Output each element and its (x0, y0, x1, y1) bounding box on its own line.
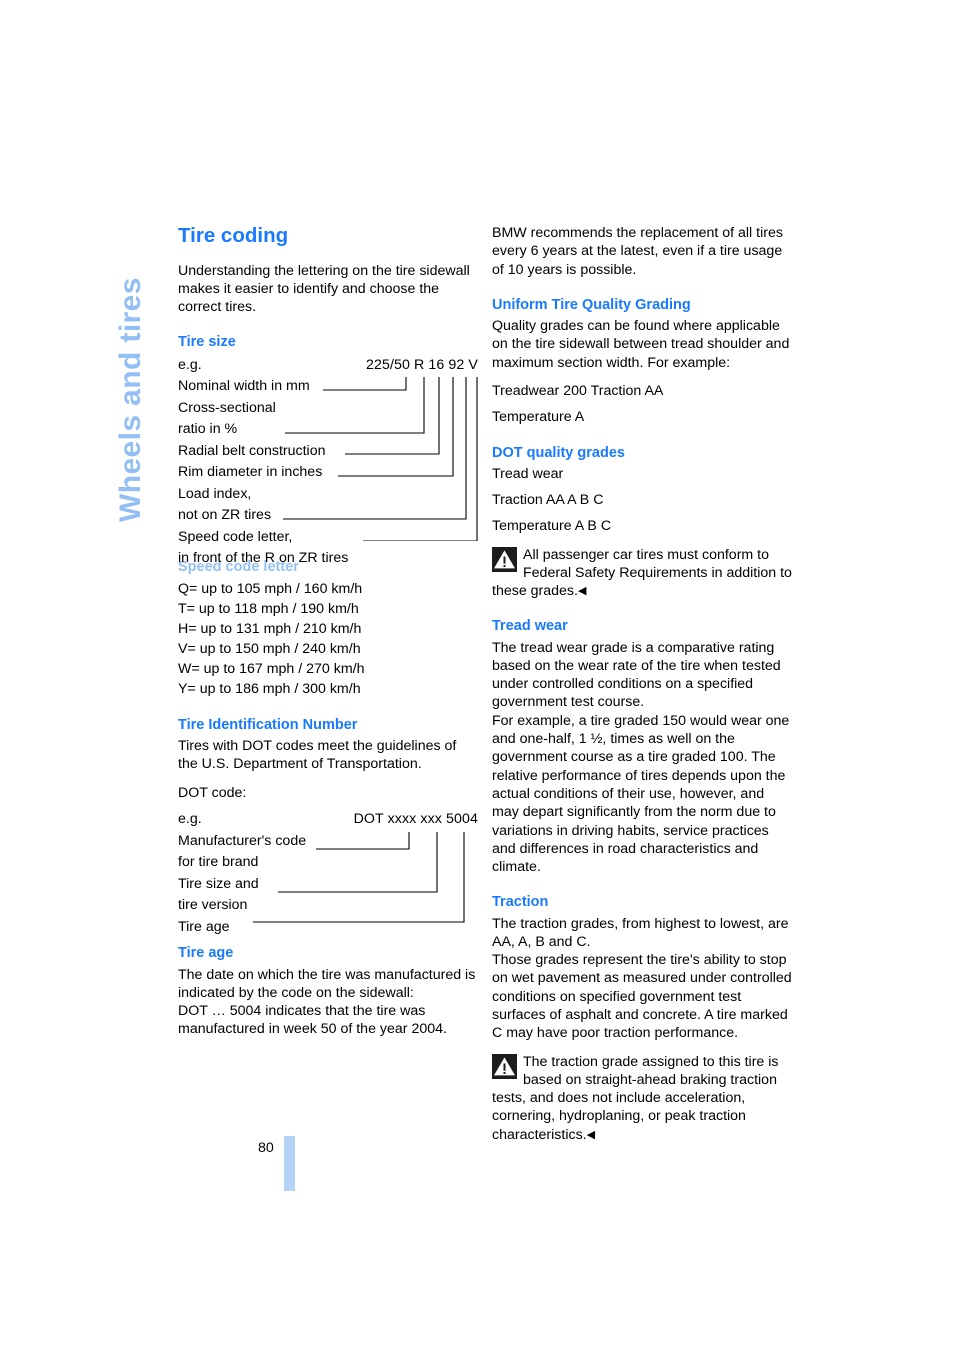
page-number: 80 (258, 1140, 274, 1156)
dot-example-code: DOT xxxx xxx 5004 (353, 811, 478, 828)
heading-dot-quality-grades: DOT quality grades (492, 444, 625, 461)
dot-grades-note: All passenger car tires must conform to … (492, 546, 792, 601)
utqg-line-2: Temperature A (492, 409, 585, 426)
chapter-tab-label: Wheels and tires (114, 277, 147, 522)
dot-grades-note-text: All passenger car tires must conform to … (492, 546, 792, 600)
warning-triangle-icon (492, 1053, 517, 1079)
tire-size-row-6: not on ZR tires (178, 507, 272, 524)
left-column: Tire coding Understanding the lettering … (178, 224, 478, 1049)
speed-code-entry-2: H= up to 131 mph / 210 km/h (178, 620, 362, 637)
speed-code-entry-0: Q= up to 105 mph / 160 km/h (178, 580, 363, 597)
tire-size-eg-label: e.g. (178, 356, 202, 373)
tire-size-row-3: Radial belt construction (178, 442, 326, 459)
heading-tire-identification-number: Tire Identification Number (178, 716, 358, 733)
page-title: Tire coding (178, 224, 289, 247)
dot-row-0: Manufacturer's code (178, 832, 307, 849)
tire-size-row-8: in front of the R on ZR tires (178, 550, 349, 567)
dot-grades-line-3: Temperature A B C (492, 518, 612, 535)
dot-example-row: e.g. DOT xxxx xxx 5004 (178, 809, 478, 831)
dot-grades-note-end-marker: ◀ (577, 585, 587, 598)
dot-row-2: Tire size and (178, 875, 259, 892)
bmw-recommendation: BMW recommends the replacement of all ti… (492, 225, 783, 278)
dot-eg-label: e.g. (178, 811, 202, 828)
utqg-text: Quality grades can be found where applic… (492, 318, 790, 371)
intro-paragraph: Understanding the lettering on the tire … (178, 262, 470, 316)
tire-size-row-0: Nominal width in mm (178, 378, 310, 395)
traction-note-end-marker: ◀ (586, 1128, 596, 1141)
heading-uniform-tire-quality-grading: Uniform Tire Quality Grading (492, 296, 691, 313)
warning-triangle-icon (492, 546, 517, 572)
dot-grades-line-2: Traction AA A B C (492, 491, 604, 508)
tire-size-example-code: 225/50 R 16 92 V (365, 356, 478, 373)
footer: 80 (178, 1132, 478, 1192)
right-column: BMW recommends the replacement of all ti… (492, 224, 792, 1154)
tread-wear-text-1: The tread wear grade is a comparative ra… (492, 639, 781, 711)
traction-note-text: The traction grade assigned to this tire… (492, 1053, 779, 1143)
page-number-rule (284, 1136, 295, 1191)
tire-size-row-5: Load index, (178, 485, 252, 502)
tire-size-row-4: Rim diameter in inches (178, 464, 323, 481)
heading-tire-size: Tire size (178, 334, 236, 351)
heading-traction: Traction (492, 894, 549, 911)
traction-note: The traction grade assigned to this tire… (492, 1053, 792, 1144)
heading-tread-wear: Tread wear (492, 618, 568, 635)
dot-code-label: DOT code: (178, 785, 247, 802)
dot-row-1: for tire brand (178, 854, 259, 871)
traction-text-2: Those grades represent the tire's abilit… (492, 952, 792, 1042)
tire-size-diagram: e.g. 225/50 R 16 92 V Nominal width in m… (178, 355, 478, 567)
speed-code-entry-3: V= up to 150 mph / 240 km/h (178, 640, 361, 657)
tire-size-row-7: Speed code letter, (178, 528, 293, 545)
dot-grades-line-1: Tread wear (492, 465, 564, 482)
tire-age-text-1: The date on which the tire was manufactu… (178, 966, 476, 1001)
tin-intro: Tires with DOT codes meet the guidelines… (178, 737, 457, 773)
tread-wear-text-2: For example, a tire graded 150 would wea… (492, 712, 790, 876)
tire-size-example-row: e.g. 225/50 R 16 92 V (178, 355, 478, 377)
speed-code-entry-1: T= up to 118 mph / 190 km/h (178, 600, 359, 617)
dot-row-3: tire version (178, 897, 248, 914)
heading-tire-age: Tire age (178, 945, 234, 962)
dot-code-diagram: e.g. DOT xxxx xxx 5004 Manufacturer's co… (178, 809, 478, 935)
traction-text-1: The traction grades, from highest to low… (492, 915, 789, 950)
utqg-line-1: Treadwear 200 Traction AA (492, 382, 664, 399)
chapter-tab: Wheels and tires (108, 222, 154, 522)
dot-row-4: Tire age (178, 918, 230, 935)
tire-age-text-2: DOT … 5004 indicates that the tire was m… (178, 1003, 447, 1038)
speed-code-entry-4: W= up to 167 mph / 270 km/h (178, 660, 365, 677)
tire-size-row-1: Cross-sectional (178, 399, 276, 416)
tire-size-row-2: ratio in % (178, 421, 238, 438)
manual-page: Wheels and tires Tire coding Understandi… (0, 0, 954, 1351)
speed-code-entry-5: Y= up to 186 mph / 300 km/h (178, 680, 361, 697)
